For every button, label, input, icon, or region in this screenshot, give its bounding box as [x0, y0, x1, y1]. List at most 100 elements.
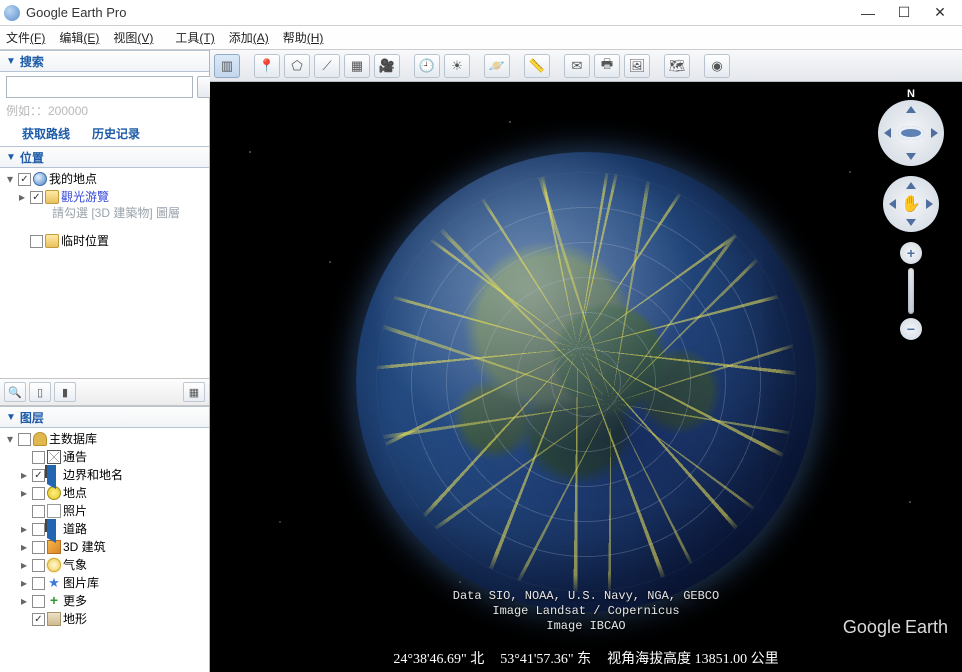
history-link[interactable]: 历史记录: [92, 125, 140, 142]
tree-row-more[interactable]: ▸ + 更多: [4, 592, 205, 610]
checkbox[interactable]: [32, 595, 45, 608]
expander-icon[interactable]: ▾: [4, 430, 16, 448]
checkbox[interactable]: [32, 541, 45, 554]
tree-row-my-places[interactable]: ▾ 我的地点: [4, 170, 205, 188]
menu-file[interactable]: 文件(F): [6, 29, 45, 46]
get-directions-link[interactable]: 获取路线: [22, 125, 70, 142]
look-up-arrow[interactable]: [906, 106, 916, 113]
checkbox[interactable]: [32, 523, 45, 536]
menu-view[interactable]: 视图(V): [113, 29, 153, 46]
expander-icon[interactable]: ▸: [18, 520, 30, 538]
zoom-in-button[interactable]: +: [900, 242, 922, 264]
places-panel-header[interactable]: ▼ 位置: [0, 146, 209, 168]
status-altitude: 视角海拔高度 13851.00 公里: [607, 648, 779, 668]
tree-row-photos[interactable]: 照片: [4, 502, 205, 520]
tree-row-3d-buildings[interactable]: ▸ 3D 建筑: [4, 538, 205, 556]
photo-icon: [47, 504, 61, 518]
add-path-button[interactable]: ⟋: [314, 54, 340, 78]
tree-row-weather[interactable]: ▸ 气象: [4, 556, 205, 574]
titlebar: Google Earth Pro — ☐ ✕: [0, 0, 962, 26]
search-panel-header[interactable]: ▼ 搜索: [0, 50, 209, 72]
pan-up-arrow[interactable]: [906, 182, 916, 189]
reset-view-button[interactable]: ◉: [704, 54, 730, 78]
tree-label: 道路: [63, 520, 87, 538]
pan-down-arrow[interactable]: [906, 219, 916, 226]
toggle-sidebar-button[interactable]: ▥: [214, 54, 240, 78]
checkbox[interactable]: [32, 559, 45, 572]
checkbox[interactable]: [32, 505, 45, 518]
look-joystick[interactable]: N: [878, 100, 944, 166]
checkbox[interactable]: [30, 235, 43, 248]
main-toolbar: ▥ 📍 ⬠ ⟋ ▦ 🎥 🕘 ☀ 🪐 📏 ✉ 🖶 🖼 🗺 ◉: [210, 50, 962, 82]
tree-row-sightseeing[interactable]: ▸ 觀光游覽: [4, 188, 205, 206]
close-button[interactable]: ✕: [922, 1, 958, 25]
view-in-maps-button[interactable]: 🗺: [664, 54, 690, 78]
search-places-button[interactable]: 🔍: [4, 382, 26, 402]
expander-icon[interactable]: ▾: [4, 170, 16, 188]
expander-icon[interactable]: ▸: [16, 188, 28, 206]
panel-toggle-button[interactable]: ▯: [29, 382, 51, 402]
checkbox[interactable]: [32, 613, 45, 626]
play-tour-button[interactable]: ▦: [183, 382, 205, 402]
checkbox[interactable]: [32, 487, 45, 500]
sun-icon: [47, 558, 61, 572]
window-title: Google Earth Pro: [26, 5, 850, 20]
tree-row-terrain[interactable]: 地形: [4, 610, 205, 628]
save-image-button[interactable]: 🖼: [624, 54, 650, 78]
checkbox[interactable]: [32, 451, 45, 464]
tree-row-borders[interactable]: ▸ 边界和地名: [4, 466, 205, 484]
add-placemark-button[interactable]: 📍: [254, 54, 280, 78]
earth-globe[interactable]: [356, 152, 816, 612]
layers-panel-header[interactable]: ▼ 图层: [0, 406, 209, 428]
zoom-track[interactable]: [908, 268, 914, 314]
email-button[interactable]: ✉: [564, 54, 590, 78]
checkbox[interactable]: [18, 433, 31, 446]
checkbox[interactable]: [18, 173, 31, 186]
add-image-overlay-button[interactable]: ▦: [344, 54, 370, 78]
expander-icon[interactable]: ▸: [18, 466, 30, 484]
ruler-button[interactable]: 📏: [524, 54, 550, 78]
expander-icon[interactable]: ▸: [18, 592, 30, 610]
menu-help[interactable]: 帮助(H): [283, 29, 324, 46]
menu-edit[interactable]: 编辑(E): [59, 29, 99, 46]
terrain-icon: [47, 612, 61, 626]
search-input[interactable]: [6, 76, 193, 98]
look-right-arrow[interactable]: [931, 128, 938, 138]
expander-icon[interactable]: ▸: [18, 556, 30, 574]
menu-add[interactable]: 添加(A): [229, 29, 269, 46]
historical-imagery-button[interactable]: 🕘: [414, 54, 440, 78]
tree-row-roads[interactable]: ▸ 道路: [4, 520, 205, 538]
layers-tree[interactable]: ▾ 主数据库 通告 ▸ 边界和地名 ▸: [0, 428, 209, 672]
tree-row-places[interactable]: ▸ 地点: [4, 484, 205, 502]
sunlight-button[interactable]: ☀: [444, 54, 470, 78]
zoom-out-button[interactable]: −: [900, 318, 922, 340]
globe-canvas[interactable]: N ✋ + −: [210, 82, 962, 672]
add-polygon-button[interactable]: ⬠: [284, 54, 310, 78]
maximize-button[interactable]: ☐: [886, 1, 922, 25]
print-button[interactable]: 🖶: [594, 54, 620, 78]
checkbox[interactable]: [30, 191, 43, 204]
minimize-button[interactable]: —: [850, 1, 886, 25]
record-tour-button[interactable]: 🎥: [374, 54, 400, 78]
mail-icon: [47, 450, 61, 464]
planets-button[interactable]: 🪐: [484, 54, 510, 78]
expander-icon[interactable]: ▸: [18, 484, 30, 502]
tree-row-announcements[interactable]: 通告: [4, 448, 205, 466]
checkbox[interactable]: [32, 577, 45, 590]
look-left-arrow[interactable]: [884, 128, 891, 138]
look-down-arrow[interactable]: [906, 153, 916, 160]
tree-row-primary-db[interactable]: ▾ 主数据库: [4, 430, 205, 448]
north-indicator[interactable]: N: [907, 88, 915, 100]
expander-icon[interactable]: ▸: [18, 574, 30, 592]
expander-icon[interactable]: ▸: [18, 538, 30, 556]
pan-right-arrow[interactable]: [926, 199, 933, 209]
pan-left-arrow[interactable]: [889, 199, 896, 209]
flag-icon: [47, 468, 61, 482]
tree-row-gallery[interactable]: ▸ ★ 图片库: [4, 574, 205, 592]
menu-tools[interactable]: 工具(T): [175, 29, 214, 46]
checkbox[interactable]: [32, 469, 45, 482]
tree-row-temp-places[interactable]: 临时位置: [4, 232, 205, 250]
panel-toggle2-button[interactable]: ▮: [54, 382, 76, 402]
move-joystick[interactable]: ✋: [883, 176, 939, 232]
places-tree: ▾ 我的地点 ▸ 觀光游覽 請勾選 [3D 建築物] 圖層 临时位置: [0, 168, 209, 378]
